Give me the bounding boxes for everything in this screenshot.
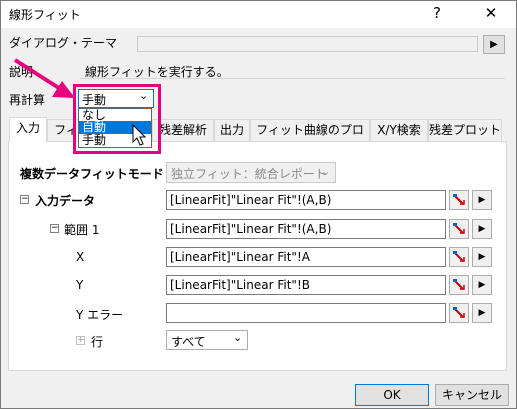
annotation-arrow-icon (13, 58, 75, 98)
mouse-cursor-icon (132, 124, 147, 146)
